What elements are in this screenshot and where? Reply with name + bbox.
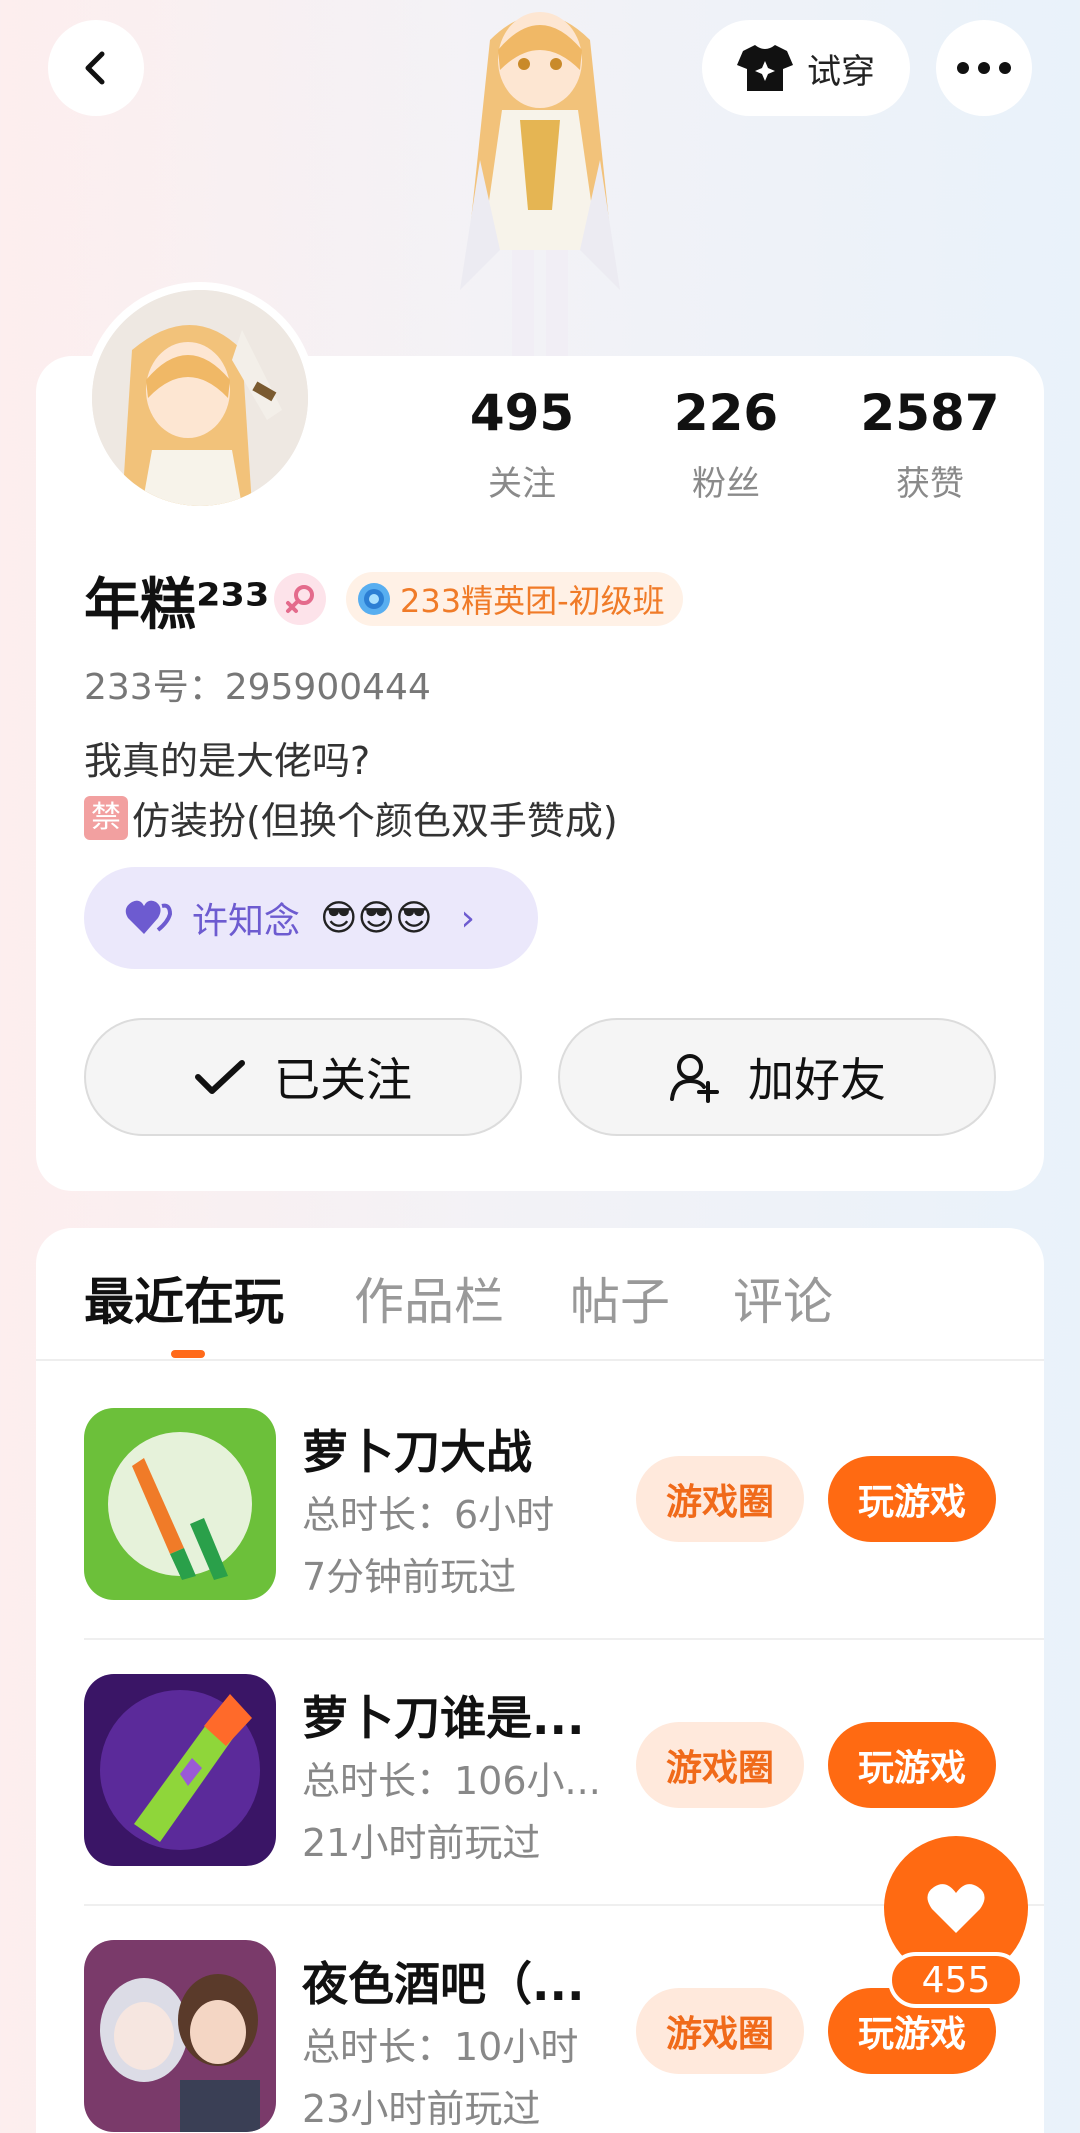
game-row[interactable]: 萝卜刀大战 总时长：6小时 7分钟前玩过 游戏圈 玩游戏 [84,1408,1044,1608]
elite-badge[interactable]: 233精英团-初级班 [346,572,683,626]
tab-comments[interactable]: 评论 [733,1262,833,1334]
more-dots-icon [957,62,1011,74]
game-title: 夜色酒吧（... [302,1957,585,2011]
tab-works[interactable]: 作品栏 [354,1262,504,1334]
checkmark-icon [195,1060,245,1094]
add-friend-button[interactable]: 加好友 [558,1018,996,1136]
game-duration: 总时长：106小... [302,1759,601,1803]
favorite-count: 455 [888,1952,1024,2008]
tab-recently-played[interactable]: 最近在玩 [84,1262,284,1334]
likes-label: 获赞 [896,464,964,504]
game-icon-carrot-knife-spy[interactable] [84,1674,276,1866]
game-icon-carrot-knife[interactable] [84,1408,276,1600]
fans-stat[interactable]: 226 粉丝 [636,384,816,505]
heart-icon [927,1884,985,1933]
cp-emojis: 😎😎😎 [320,897,433,939]
game-last-played: 21小时前玩过 [302,1821,541,1865]
game-circle-button[interactable]: 游戏圈 [636,1988,804,2074]
shirt-icon [737,45,793,91]
fans-label: 粉丝 [692,464,760,504]
play-game-button[interactable]: 玩游戏 [828,1722,996,1808]
followed-label: 已关注 [274,1053,412,1107]
row-divider [84,1638,1044,1640]
profile-avatar[interactable] [84,282,316,514]
game-title: 萝卜刀谁是... [302,1691,585,1745]
play-game-button[interactable]: 玩游戏 [828,1456,996,1542]
add-friend-label: 加好友 [748,1053,886,1107]
game-circle-button[interactable]: 游戏圈 [636,1722,804,1808]
elite-badge-label: 233精英团-初级班 [400,582,665,620]
follow-stat[interactable]: 495 关注 [432,384,612,505]
bio-line-2-text: 仿装扮(但换个颜色双手赞成) [132,799,618,843]
likes-count: 2587 [860,384,1000,442]
game-duration: 总时长：10小时 [302,2025,579,2069]
game-title: 萝卜刀大战 [302,1425,532,1479]
add-user-icon [670,1054,719,1103]
chevron-right-icon: › [460,897,476,939]
follow-count: 495 [469,384,575,442]
hearts-icon [125,900,172,934]
elite-medal-icon [358,583,390,615]
fans-count: 226 [673,384,779,442]
tab-divider [36,1359,1044,1361]
game-icon-night-bar[interactable] [84,1940,276,2132]
game-row[interactable]: 萝卜刀谁是... 总时长：106小... 21小时前玩过 游戏圈 玩游戏 [84,1674,1044,1874]
cp-name: 许知念 [192,901,301,942]
followed-button[interactable]: 已关注 [84,1018,522,1136]
gender-female-icon [274,573,326,625]
avatar-portrait-icon [92,290,308,506]
active-tab-indicator [171,1350,205,1358]
try-on-label: 试穿 [807,51,875,92]
back-arrow-icon [85,51,105,85]
bio-line-1: 我真的是大佬吗? [84,739,371,783]
bio-line-2: 禁 仿装扮(但换个颜色双手赞成) [84,790,618,845]
game-duration: 总时长：6小时 [302,1493,555,1537]
avatar-character-figure[interactable] [420,0,660,360]
cp-relationship-pill[interactable]: 许知念 😎😎😎 › [84,867,538,969]
back-button[interactable] [48,20,144,116]
game-circle-button[interactable]: 游戏圈 [636,1456,804,1542]
tab-posts[interactable]: 帖子 [570,1262,670,1334]
nickname: 年糕²³³ [84,573,270,638]
more-options-button[interactable] [936,20,1032,116]
likes-stat[interactable]: 2587 获赞 [840,384,1020,505]
ban-tag: 禁 [84,795,128,840]
game-last-played: 23小时前玩过 [302,2087,541,2131]
follow-label: 关注 [488,464,556,504]
game-last-played: 7分钟前玩过 [302,1555,517,1599]
user-id[interactable]: 233号：295900444 [84,658,431,710]
try-on-button[interactable]: 试穿 [702,20,910,116]
